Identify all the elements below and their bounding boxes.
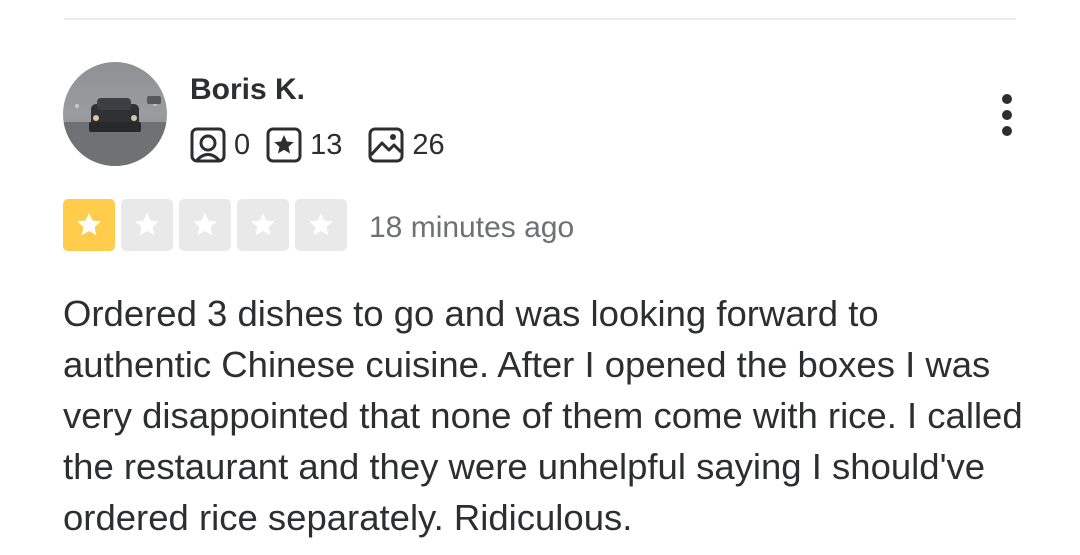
friends-count: 0 [234, 129, 251, 161]
reviews-count: 13 [310, 129, 343, 161]
rating-star-2 [121, 199, 173, 251]
review-text: Ordered 3 dishes to go and was looking f… [63, 293, 1023, 538]
star-icon [251, 213, 275, 236]
friends-stat: 0 [190, 127, 250, 163]
more-options-button[interactable] [990, 90, 1024, 140]
review-star-icon [266, 127, 302, 163]
star-rating [63, 199, 353, 251]
star-icon [193, 213, 217, 236]
review-timestamp: 18 minutes ago [369, 211, 575, 244]
photos-stat: 26 [368, 127, 445, 163]
star-icon [77, 213, 101, 236]
user-stats: 0 13 26 [190, 124, 459, 166]
star-icon [135, 213, 159, 236]
friends-icon [190, 127, 226, 163]
photos-count: 26 [412, 129, 445, 161]
user-name[interactable]: Boris K. [190, 72, 305, 108]
avatar[interactable] [63, 62, 167, 166]
rating-star-4 [237, 199, 289, 251]
review-card: Boris K. 0 13 26 18 minutes ago Ordered … [0, 0, 1080, 555]
star-icon [309, 213, 333, 236]
photo-icon [368, 127, 404, 163]
rating-star-5 [295, 199, 347, 251]
divider [64, 18, 1016, 20]
more-vertical-icon [1002, 94, 1012, 104]
rating-star-3 [179, 199, 231, 251]
rating-star-1 [63, 199, 115, 251]
reviews-stat: 13 [266, 127, 342, 163]
